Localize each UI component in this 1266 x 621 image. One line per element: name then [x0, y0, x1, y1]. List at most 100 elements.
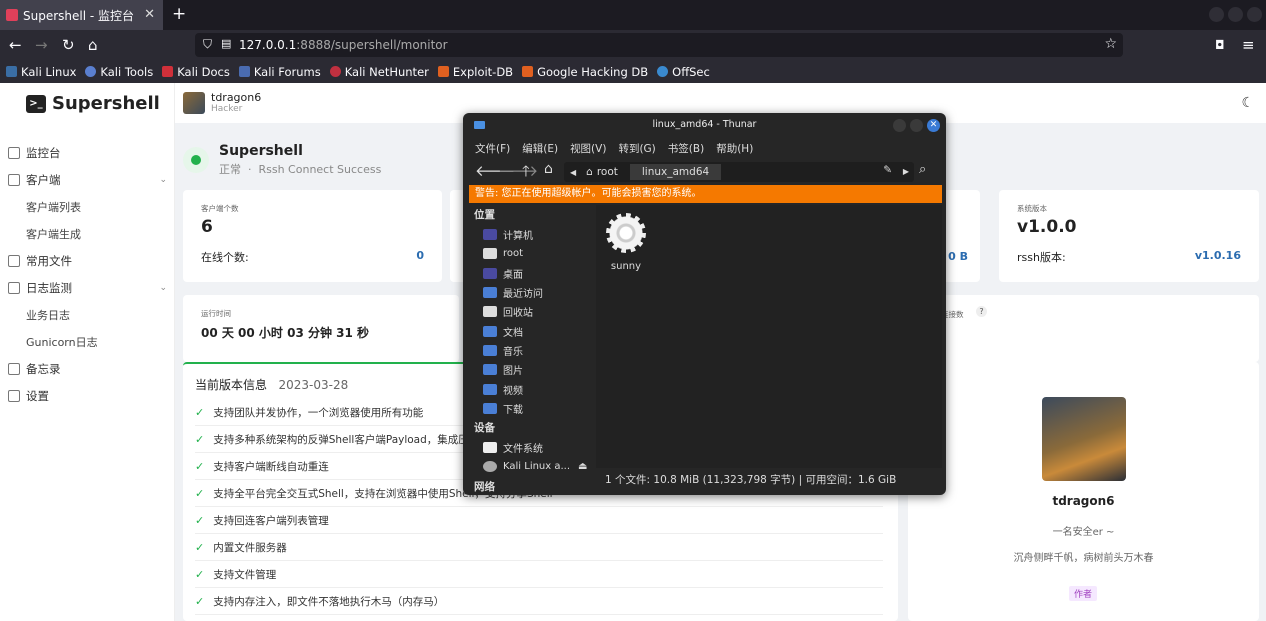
bookmark-kali-docs[interactable]: Kali Docs: [162, 65, 230, 79]
forward-icon[interactable]: →: [35, 36, 48, 54]
minimize-window-button[interactable]: [1209, 7, 1224, 22]
maximize-window-button[interactable]: [1228, 7, 1243, 22]
sidebar-item-3[interactable]: 客户端生成: [0, 220, 175, 247]
place-item[interactable]: root: [469, 244, 595, 263]
crumb-home-icon: ⌂: [586, 166, 593, 178]
browser-navbar: ← → ↻ ⌂ ⛉ ▤ 127.0.0.1:8888/supershell/mo…: [0, 30, 1266, 60]
bookmark-kali-tools[interactable]: Kali Tools: [85, 65, 153, 79]
app-logo[interactable]: >_ Supershell: [26, 93, 160, 114]
place-item[interactable]: 计算机: [469, 225, 595, 244]
version-value: v1.0.0: [1017, 217, 1077, 237]
close-window-button[interactable]: [1247, 7, 1262, 22]
device-kali-linux[interactable]: Kali Linux a... ⏏: [469, 457, 595, 476]
thunar-sidepane: 位置 计算机 root 桌面 最近访问 回收站 文档 音乐 图片 视频 下载 设备 文件系统 Ka…: [469, 205, 595, 492]
bookmark-kali-nethunter[interactable]: Kali NetHunter: [329, 65, 429, 79]
profile-tag: 作者: [1069, 586, 1098, 601]
check-icon: ✓: [195, 432, 205, 446]
terminal-icon: >_: [26, 94, 46, 113]
rssh-value: v1.0.16: [1194, 249, 1241, 262]
profile-line1: 一名安全er ~: [1052, 527, 1115, 538]
pocket-icon[interactable]: ◘: [1215, 38, 1225, 52]
place-icon: [483, 402, 497, 414]
crumb-right-icon[interactable]: ▶: [903, 167, 909, 176]
sidebar-item-9[interactable]: 设置: [0, 382, 175, 409]
file-item[interactable]: sunny: [596, 205, 656, 275]
sidebar-item-5[interactable]: 日志监测 ⌄: [0, 274, 175, 301]
status-title: Supershell: [219, 143, 303, 159]
crumb-linux-amd64[interactable]: linux_amd64: [629, 164, 722, 180]
thunar-maximize-button[interactable]: [910, 119, 923, 132]
menu-icon[interactable]: ≡: [1242, 36, 1255, 54]
thunar-close-button[interactable]: ✕: [927, 119, 940, 132]
browser-tab[interactable]: Supershell - 监控台 ✕: [0, 0, 163, 30]
home-icon[interactable]: ⌂: [88, 36, 98, 54]
user-info[interactable]: tdragon6 Hacker: [183, 91, 261, 114]
url-bar[interactable]: ⛉ ▤ 127.0.0.1:8888/supershell/monitor ☆: [195, 33, 1123, 57]
user-name: tdragon6: [211, 91, 262, 104]
bookmark-kali-forums[interactable]: Kali Forums: [238, 65, 321, 79]
reload-icon[interactable]: ↻: [62, 36, 75, 54]
help-icon[interactable]: ?: [976, 306, 987, 317]
check-icon: ✓: [195, 459, 205, 473]
sidebar-item-4[interactable]: 常用文件: [0, 247, 175, 274]
supershell-favicon-icon: [6, 9, 18, 21]
feature-text: 支持回连客户端列表管理: [213, 514, 329, 527]
thunar-menu-item[interactable]: 书签(B): [668, 141, 704, 156]
url-path: :8888/supershell/monitor: [296, 38, 448, 52]
bookmark-kali-linux[interactable]: Kali Linux: [6, 65, 76, 79]
thunar-menu-item[interactable]: 转到(G): [618, 141, 655, 156]
bookmark-exploit-db[interactable]: Exploit-DB: [437, 65, 513, 79]
up-arrow-icon[interactable]: 🡑: [522, 161, 530, 186]
browser-tabbar: Supershell - 监控台 ✕ +: [0, 0, 1266, 30]
check-icon: ✓: [195, 486, 205, 500]
search-icon[interactable]: ⌕: [919, 162, 926, 177]
place-label: 回收站: [503, 308, 533, 320]
crumb-root[interactable]: root: [597, 166, 618, 178]
sidebar-item-label: 常用文件: [26, 253, 72, 268]
dark-mode-icon[interactable]: ☾: [1241, 95, 1254, 111]
place-label: 桌面: [503, 269, 523, 281]
home-folder-icon[interactable]: ⌂: [544, 161, 553, 177]
new-tab-icon[interactable]: +: [172, 4, 186, 24]
server-status: Supershell 正常 · Rssh Connect Success: [183, 143, 381, 177]
place-item[interactable]: 音乐: [469, 341, 595, 360]
thunar-menu-item[interactable]: 视图(V): [570, 141, 606, 156]
sidebar-item-label: 业务日志: [26, 308, 70, 322]
bookmark-star-icon[interactable]: ☆: [1104, 36, 1117, 52]
thunar-menu-item[interactable]: 编辑(E): [522, 141, 558, 156]
check-icon: ✓: [195, 567, 205, 581]
place-item[interactable]: 文档: [469, 321, 595, 340]
place-item[interactable]: 下载: [469, 399, 595, 418]
device-filesystem[interactable]: 文件系统: [469, 438, 595, 457]
place-item[interactable]: 图片: [469, 360, 595, 379]
place-item[interactable]: 视频: [469, 379, 595, 398]
back-icon[interactable]: ←: [9, 36, 22, 54]
page-info-icon[interactable]: ▤: [221, 37, 231, 50]
place-item[interactable]: 桌面: [469, 264, 595, 283]
crumb-left-icon[interactable]: ◀: [570, 168, 576, 177]
eject-icon[interactable]: ⏏: [578, 461, 587, 472]
thunar-minimize-button[interactable]: [893, 119, 906, 132]
place-item[interactable]: 回收站: [469, 302, 595, 321]
bookmark-offsec[interactable]: OffSec: [657, 65, 710, 79]
sidebar-item-1[interactable]: 客户端 ⌄: [0, 166, 175, 193]
feature-text: 内置文件服务器: [213, 541, 287, 554]
edit-path-icon[interactable]: ✎: [883, 164, 892, 176]
sidebar-item-6[interactable]: 业务日志: [0, 301, 175, 328]
menu-item-icon: [8, 173, 20, 186]
sidebar-item-7[interactable]: Gunicorn日志: [0, 328, 175, 355]
feature-text: 支持客户端断线自动重连: [213, 460, 329, 473]
thunar-menu-item[interactable]: 文件(F): [475, 141, 510, 156]
sidebar-item-2[interactable]: 客户端列表: [0, 193, 175, 220]
feature-text: 支持内存注入，即文件不落地执行木马（内存马）: [213, 595, 445, 608]
place-item[interactable]: 最近访问: [469, 283, 595, 302]
close-tab-icon[interactable]: ✕: [144, 7, 155, 22]
sidebar-item-0[interactable]: 监控台: [0, 139, 175, 166]
bookmark-google-hacking-db[interactable]: Google Hacking DB: [522, 65, 648, 79]
clients-card: 客户端个数 6 在线个数: 0: [183, 190, 442, 282]
thunar-menu-item[interactable]: 帮助(H): [716, 141, 753, 156]
sidebar-item-8[interactable]: 备忘录: [0, 355, 175, 382]
thunar-menubar: 文件(F) 编辑(E) 视图(V) 转到(G) 书签(B) 帮助(H): [475, 141, 765, 156]
place-icon: [483, 267, 497, 279]
forward-arrow-icon[interactable]: 🡒: [498, 161, 538, 180]
